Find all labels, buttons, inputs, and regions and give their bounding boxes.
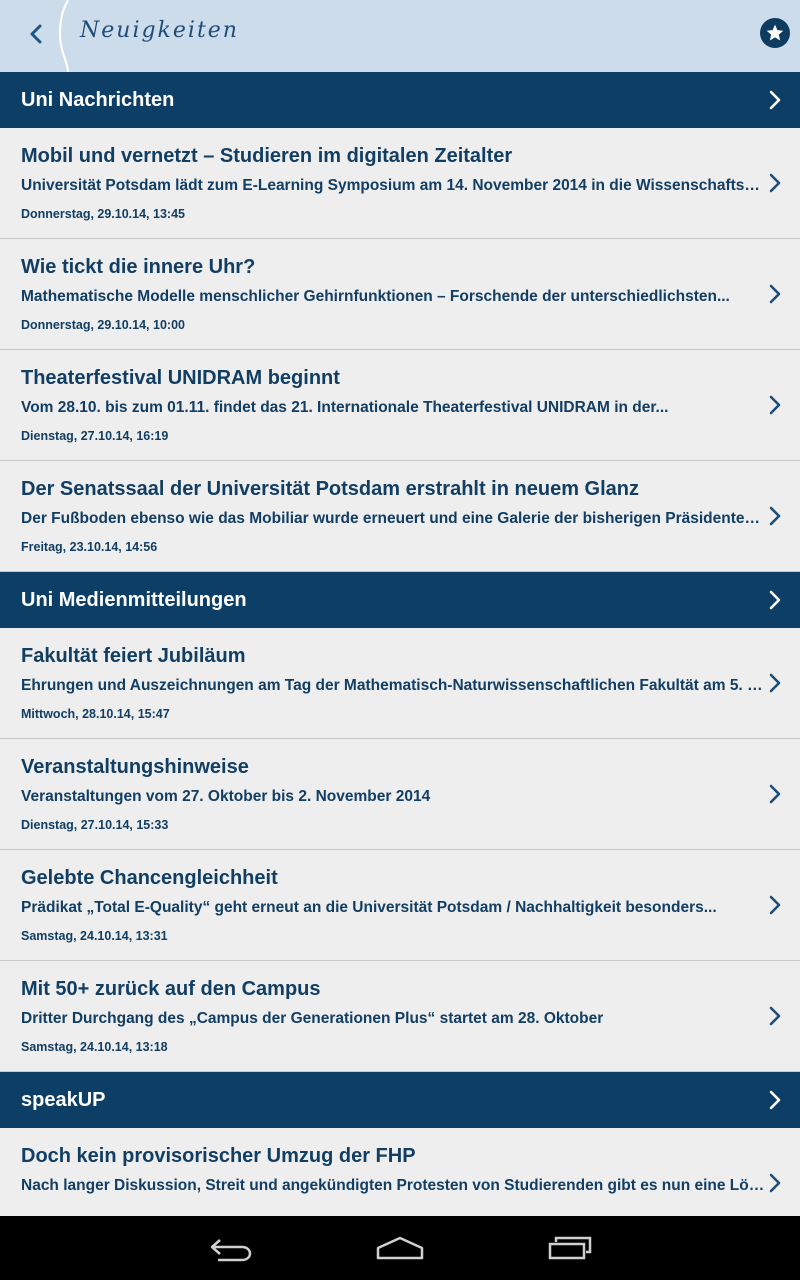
news-date: Samstag, 24.10.14, 13:18 — [21, 1040, 168, 1054]
news-title: Veranstaltungshinweise — [21, 756, 249, 778]
news-date: Donnerstag, 29.10.14, 13:45 — [21, 207, 185, 221]
favorites-button[interactable] — [760, 18, 790, 48]
section-header-uni-nachrichten[interactable]: Uni Nachrichten — [0, 72, 800, 128]
chevron-right-icon — [769, 895, 781, 915]
section-title: speakUP — [21, 1088, 106, 1111]
news-item[interactable]: Theaterfestival UNIDRAM beginnt Vom 28.1… — [0, 350, 800, 461]
news-title: Fakultät feiert Jubiläum — [21, 645, 246, 667]
chevron-right-icon — [769, 590, 781, 610]
news-date: Dienstag, 27.10.14, 15:33 — [21, 818, 169, 832]
chevron-right-icon — [769, 395, 781, 415]
news-date: Donnerstag, 29.10.14, 10:00 — [21, 318, 185, 332]
chevron-left-icon — [30, 24, 42, 44]
chevron-right-icon — [769, 673, 781, 693]
news-subtitle: Nach langer Diskussion, Streit und angek… — [21, 1177, 766, 1194]
chevron-right-icon — [769, 1173, 781, 1193]
news-subtitle: Vom 28.10. bis zum 01.11. findet das 21.… — [21, 399, 669, 416]
chevron-right-icon — [769, 1090, 781, 1110]
news-title: Gelebte Chancengleichheit — [21, 867, 278, 889]
news-title: Mit 50+ zurück auf den Campus — [21, 978, 321, 1000]
chevron-right-icon — [769, 1006, 781, 1026]
news-date: Mittwoch, 28.10.14, 15:47 — [21, 707, 170, 721]
chevron-right-icon — [769, 173, 781, 193]
news-item[interactable]: Gelebte Chancengleichheit Prädikat „Tota… — [0, 850, 800, 961]
section-header-speakup[interactable]: speakUP — [0, 1072, 800, 1128]
news-subtitle: Dritter Durchgang des „Campus der Genera… — [21, 1010, 604, 1027]
news-item[interactable]: Mit 50+ zurück auf den Campus Dritter Du… — [0, 961, 800, 1072]
news-item[interactable]: Mobil und vernetzt – Studieren im digita… — [0, 128, 800, 239]
news-date: Freitag, 23.10.14, 14:56 — [21, 540, 158, 554]
news-date: Samstag, 24.10.14, 13:31 — [21, 929, 168, 943]
system-nav-bar — [0, 1216, 800, 1280]
news-title: Wie tickt die innere Uhr? — [21, 256, 256, 278]
news-item[interactable]: Wie tickt die innere Uhr? Mathematische … — [0, 239, 800, 350]
news-title: Mobil und vernetzt – Studieren im digita… — [21, 145, 513, 167]
news-item[interactable]: Doch kein provisorischer Umzug der FHP N… — [0, 1128, 800, 1216]
nav-back-button[interactable] — [200, 1232, 260, 1264]
app-bar: Neuigkeiten — [0, 0, 800, 72]
news-title: Theaterfestival UNIDRAM beginnt — [21, 367, 340, 389]
news-subtitle: Universität Potsdam lädt zum E-Learning … — [21, 177, 766, 194]
section-header-uni-medienmitteilungen[interactable]: Uni Medienmitteilungen — [0, 572, 800, 628]
news-item[interactable]: Veranstaltungshinweise Veranstaltungen v… — [0, 739, 800, 850]
nav-home-icon — [376, 1236, 424, 1260]
nav-recents-icon — [548, 1236, 592, 1260]
section-title: Uni Nachrichten — [21, 88, 175, 111]
section-title: Uni Medienmitteilungen — [21, 588, 247, 611]
news-subtitle: Mathematische Modelle menschlicher Gehir… — [21, 288, 730, 305]
chevron-right-icon — [769, 784, 781, 804]
nav-home-button[interactable] — [370, 1232, 430, 1264]
nav-recents-button[interactable] — [540, 1232, 600, 1264]
news-subtitle: Der Fußboden ebenso wie das Mobiliar wur… — [21, 510, 766, 527]
chevron-right-icon — [769, 284, 781, 304]
header-divider — [58, 0, 69, 72]
chevron-right-icon — [769, 90, 781, 110]
news-item[interactable]: Fakultät feiert Jubiläum Ehrungen und Au… — [0, 628, 800, 739]
back-button[interactable] — [18, 16, 54, 52]
news-subtitle: Ehrungen und Auszeichnungen am Tag der M… — [21, 677, 766, 694]
news-date: Dienstag, 27.10.14, 16:19 — [21, 429, 169, 443]
news-title: Doch kein provisorischer Umzug der FHP — [21, 1145, 416, 1167]
news-list[interactable]: Uni Nachrichten Mobil und vernetzt – Stu… — [0, 72, 800, 1216]
news-subtitle: Prädikat „Total E-Quality“ geht erneut a… — [21, 899, 717, 916]
news-item[interactable]: Der Senatssaal der Universität Potsdam e… — [0, 461, 800, 572]
star-icon — [766, 24, 784, 41]
news-subtitle: Veranstaltungen vom 27. Oktober bis 2. N… — [21, 788, 431, 805]
chevron-right-icon — [769, 506, 781, 526]
page-title: Neuigkeiten — [80, 18, 239, 43]
news-title: Der Senatssaal der Universität Potsdam e… — [21, 478, 639, 500]
nav-back-icon — [210, 1239, 252, 1262]
